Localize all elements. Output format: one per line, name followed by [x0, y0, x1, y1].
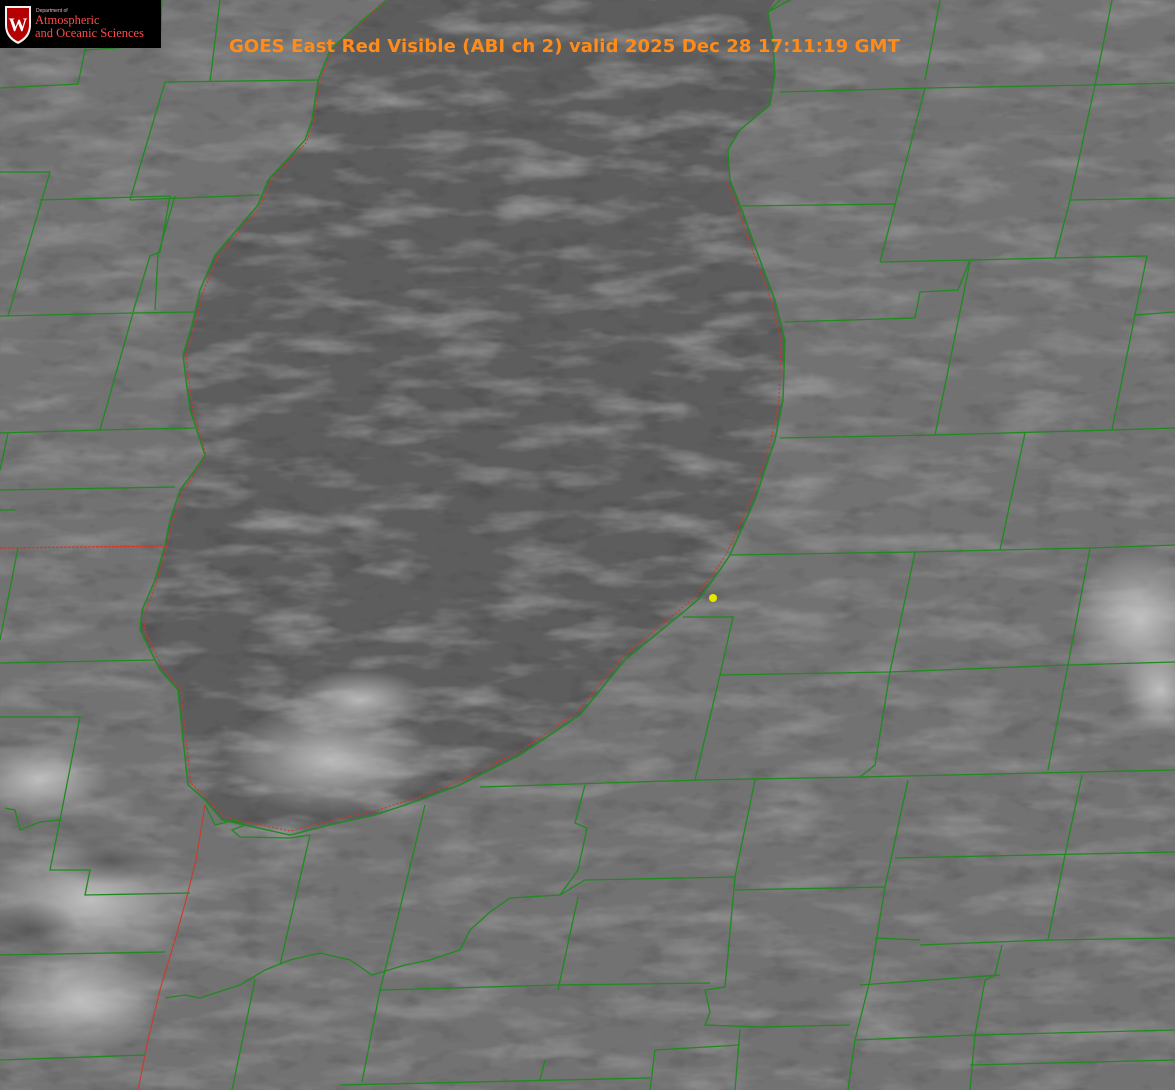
uw-aos-logo: W Department of Atmospheric and Oceanic …	[0, 0, 161, 48]
uw-crest-icon: W	[5, 6, 31, 44]
satellite-viewer: W Department of Atmospheric and Oceanic …	[0, 0, 1175, 1090]
satellite-image	[0, 0, 1175, 1090]
logo-letter: W	[9, 15, 28, 36]
image-title: GOES East Red Visible (ABI ch 2) valid 2…	[229, 36, 900, 57]
logo-name-line-2: and Oceanic Sciences	[35, 26, 144, 40]
